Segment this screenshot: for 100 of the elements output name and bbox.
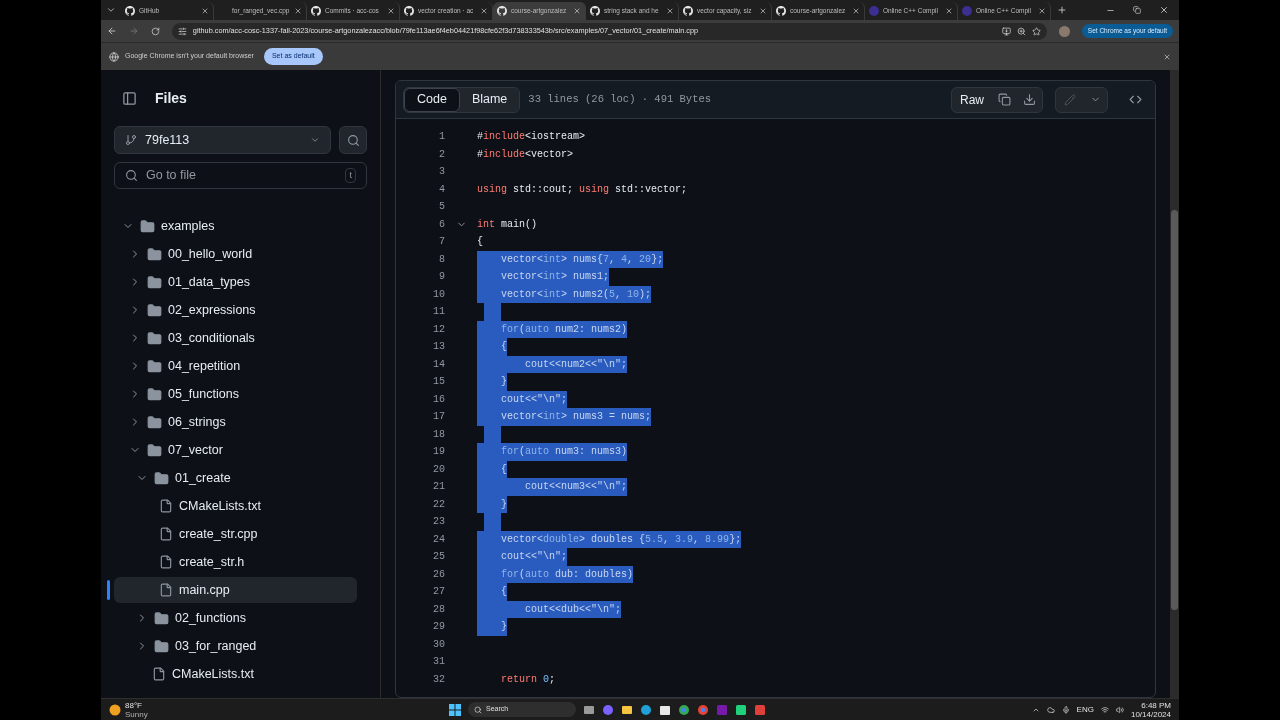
- close-icon[interactable]: [1038, 7, 1046, 15]
- folder-icon: [154, 610, 169, 626]
- folder-item[interactable]: 06_strings: [114, 409, 357, 435]
- go-to-file-field[interactable]: Go to file t: [114, 162, 367, 189]
- view-tab[interactable]: Blame: [459, 87, 520, 112]
- copy-icon[interactable]: [998, 93, 1011, 106]
- file-item[interactable]: create_str.cpp: [114, 521, 357, 547]
- line-number: 19: [432, 445, 445, 460]
- compiler-icon: [962, 6, 972, 16]
- folder-icon: [147, 274, 162, 290]
- close-icon[interactable]: [1163, 52, 1171, 61]
- github-icon: [404, 6, 414, 16]
- folder-icon: [147, 246, 162, 262]
- weather-sun-icon: [109, 703, 121, 716]
- search-icon: [346, 133, 360, 147]
- task-view-icon[interactable]: [583, 703, 595, 716]
- download-icon[interactable]: [1023, 93, 1036, 106]
- line-number: 23: [432, 515, 445, 530]
- code-line: int main(): [477, 217, 538, 232]
- compiler-icon: [869, 6, 879, 16]
- view-tab[interactable]: Code: [404, 87, 460, 112]
- close-icon[interactable]: [945, 7, 953, 15]
- file-item[interactable]: main.cpp: [114, 577, 357, 603]
- shortcut-key: t: [345, 167, 356, 184]
- profile-avatar[interactable]: [1058, 25, 1070, 37]
- close-icon[interactable]: [759, 7, 767, 15]
- close-icon[interactable]: [480, 7, 488, 15]
- file-item[interactable]: CMakeLists.txt: [114, 661, 357, 687]
- language-indicator[interactable]: ENG: [1076, 703, 1094, 716]
- reload-icon[interactable]: [150, 26, 160, 36]
- file-item[interactable]: CMakeLists.txt: [114, 493, 357, 519]
- line-number: 5: [438, 200, 445, 215]
- close-icon[interactable]: [387, 7, 395, 15]
- folder-item[interactable]: 07_vector: [114, 437, 357, 463]
- github-icon: [311, 6, 321, 16]
- back-icon[interactable]: [107, 26, 117, 36]
- folder-icon: [140, 218, 155, 234]
- item-name: 02_functions: [175, 609, 246, 627]
- file-item[interactable]: create_str.h: [114, 549, 357, 575]
- bookmark-star-icon[interactable]: [1031, 26, 1041, 36]
- close-icon[interactable]: [666, 7, 674, 15]
- folder-item[interactable]: examples: [114, 213, 357, 239]
- line-number: 20: [432, 462, 445, 477]
- item-name: CMakeLists.txt: [179, 497, 261, 515]
- close-icon[interactable]: [1159, 5, 1169, 15]
- branch-selector[interactable]: 79fe113: [114, 126, 331, 154]
- install-icon[interactable]: [1001, 26, 1011, 36]
- item-name: create_str.cpp: [179, 525, 258, 543]
- folder-item[interactable]: 02_expressions: [114, 297, 357, 323]
- line-number: 27: [432, 585, 445, 600]
- zoom-icon[interactable]: [1016, 26, 1026, 36]
- folder-icon: [147, 414, 162, 430]
- file-icon: [159, 555, 173, 569]
- line-number: 30: [432, 637, 445, 652]
- line-number: 1: [438, 130, 445, 145]
- chevron-down-icon: [106, 5, 116, 15]
- line-number: 22: [432, 497, 445, 512]
- folder-icon[interactable]: [621, 703, 633, 716]
- app-icon[interactable]: [754, 703, 766, 716]
- new-tab-icon[interactable]: [1057, 5, 1067, 15]
- folder-item[interactable]: 03_conditionals: [114, 325, 357, 351]
- folder-item[interactable]: 05_functions: [114, 381, 357, 407]
- line-number: 25: [432, 550, 445, 565]
- close-icon[interactable]: [201, 7, 209, 15]
- close-icon[interactable]: [294, 7, 302, 15]
- folder-item[interactable]: 02_functions: [114, 605, 357, 631]
- item-name: 04_repetition: [168, 357, 241, 375]
- microphone-icon[interactable]: [1061, 705, 1070, 714]
- github-icon: [497, 6, 507, 16]
- github-icon: [683, 6, 693, 16]
- start-icon[interactable]: [449, 703, 461, 716]
- code-line: return 0;: [500, 672, 556, 687]
- line-number: 32: [432, 672, 445, 687]
- site-info-icon[interactable]: [177, 26, 187, 36]
- code-line: using std::cout; using std::vector;: [477, 182, 688, 197]
- line-number: 13: [432, 340, 445, 355]
- close-icon[interactable]: [852, 7, 860, 15]
- search-button[interactable]: [339, 126, 367, 154]
- app-icon[interactable]: [735, 703, 747, 716]
- scrollbar-thumb[interactable]: [1171, 210, 1178, 610]
- folder-item[interactable]: 03_for_ranged: [114, 633, 357, 659]
- line-number: 2: [438, 147, 445, 162]
- folder-item[interactable]: 01_data_types: [114, 269, 357, 295]
- folder-item[interactable]: 00_hello_world: [114, 241, 357, 267]
- close-icon[interactable]: [573, 7, 581, 15]
- restore-icon[interactable]: [1133, 6, 1141, 14]
- line-number: 10: [432, 287, 445, 302]
- folder-item[interactable]: 04_repetition: [114, 353, 357, 379]
- page-scrollbar[interactable]: [1170, 70, 1179, 698]
- wifi-icon[interactable]: [1100, 705, 1109, 714]
- item-name: examples: [161, 217, 215, 235]
- line-number: 8: [438, 252, 445, 267]
- volume-icon[interactable]: [1115, 705, 1124, 714]
- item-name: 03_for_ranged: [175, 637, 257, 655]
- folder-item[interactable]: 01_create: [114, 465, 357, 491]
- github-icon: [590, 6, 600, 16]
- cloud-icon[interactable]: [1046, 705, 1055, 714]
- folder-icon: [147, 386, 162, 402]
- item-name: 05_functions: [168, 385, 239, 403]
- line-number: 14: [432, 357, 445, 372]
